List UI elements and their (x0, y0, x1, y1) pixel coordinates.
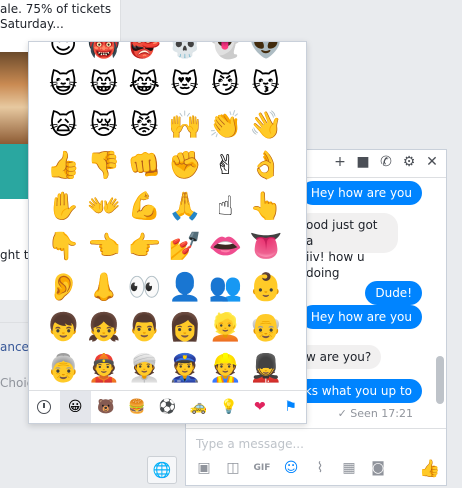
emoji-item[interactable]: 👮 (165, 348, 206, 389)
clock-icon (37, 400, 52, 414)
emoji-item[interactable]: 👍 (43, 146, 84, 187)
emoji-item[interactable]: 👶 (246, 267, 287, 308)
emoji-item[interactable]: ✌ (205, 146, 246, 187)
emoji-item[interactable]: 😈 (43, 42, 84, 65)
emoji-item[interactable]: 👥 (205, 267, 246, 308)
chat-scrollbar[interactable] (436, 180, 444, 408)
tab-symbols-icon[interactable]: ❤ (244, 391, 275, 423)
attachment-icon[interactable]: ⌇ (311, 459, 329, 477)
emoji-item[interactable]: 👋 (246, 105, 287, 146)
emoji-item[interactable]: 👏 (205, 105, 246, 146)
gif-icon[interactable]: GIF (253, 459, 271, 477)
camera-icon[interactable]: ◙ (369, 459, 387, 477)
close-icon[interactable]: ✕ (424, 154, 440, 170)
post-text-line1: ale. 75% of tickets (0, 2, 112, 16)
tab-travel-icon[interactable]: 🚕 (183, 391, 214, 423)
emoji-item[interactable]: 👨 (124, 308, 165, 349)
add-icon[interactable]: + (332, 154, 348, 170)
emoji-item[interactable]: 👹 (84, 42, 125, 65)
emoji-icon[interactable]: ☺ (282, 459, 300, 477)
post-photo[interactable] (0, 52, 28, 144)
emoji-item[interactable]: 😽 (246, 65, 287, 106)
emoji-item[interactable]: 🙀 (43, 105, 84, 146)
post-text: ale. 75% of tickets Saturday... (0, 2, 120, 32)
emoji-item[interactable]: 👩 (165, 308, 206, 349)
emoji-item[interactable]: 👱 (205, 308, 246, 349)
emoji-item[interactable]: 👌 (246, 146, 287, 187)
emoji-item[interactable]: 😸 (84, 65, 125, 106)
message-input[interactable]: Type a message... (196, 437, 304, 451)
emoji-item[interactable]: 👊 (124, 146, 165, 187)
emoji-item[interactable]: 👽 (246, 42, 287, 65)
message-bubble-in: ood just got a iiv! how u doing (296, 213, 398, 280)
tab-animals-icon[interactable]: 🐻 (91, 391, 122, 423)
tab-activity-icon[interactable]: ⚽ (152, 391, 183, 423)
emoji-item[interactable]: 👷 (205, 348, 246, 389)
emoji-item[interactable]: 👆 (246, 186, 287, 227)
emoji-item[interactable]: 👺 (124, 42, 165, 65)
emoji-item[interactable]: 👇 (43, 227, 84, 268)
emoji-category-tabs: 😀 🐻 🍔 ⚽ 🚕 💡 ❤ ⚑ (29, 390, 306, 423)
emoji-item[interactable]: 👳 (124, 348, 165, 389)
emoji-item[interactable]: 😼 (205, 65, 246, 106)
emoji-item[interactable]: 👉 (124, 227, 165, 268)
photo-icon[interactable]: ▣ (195, 459, 213, 477)
message-bubble-out: Hey how are you (300, 181, 422, 205)
emoji-item[interactable]: 🙌 (165, 105, 206, 146)
game-icon[interactable]: ▦ (340, 459, 358, 477)
emoji-item[interactable]: 👲 (84, 348, 125, 389)
emoji-item[interactable]: 👀 (124, 267, 165, 308)
emoji-item[interactable]: 👵 (43, 348, 84, 389)
message-bubble-out: Dude! (365, 281, 422, 305)
emoji-item[interactable]: 👦 (43, 308, 84, 349)
message-bubble-out: Hey how are you (300, 305, 422, 329)
tab-objects-icon[interactable]: 💡 (214, 391, 245, 423)
message-composer: Type a message... ▣ ◫ GIF ☺ ⌇ ▦ ◙ 👍 (186, 428, 446, 488)
emoji-item[interactable]: 👻 (205, 42, 246, 65)
emoji-item[interactable]: 👤 (165, 267, 206, 308)
emoji-item[interactable]: 💅 (165, 227, 206, 268)
message-bubble-in: w are you? (296, 345, 382, 369)
emoji-item[interactable]: ☝ (205, 186, 246, 227)
emoji-grid: 😈 👹 👺 💀 👻 👽 😺 😸 😹 😻 😼 😽 🙀 😿 😾 🙌 👏 👋 👍 👎 👊 ✊ ✌ 👌 ✋ 👐 💪 🙏 ☝ 👆 👇 👈 👉 💅 👄 👅 👂 👃 👀 👤… (43, 42, 291, 389)
globe-icon[interactable]: 🌐 (147, 456, 177, 484)
emoji-item[interactable]: 👄 (205, 227, 246, 268)
sticker-icon[interactable]: ◫ (224, 459, 242, 477)
emoji-item[interactable]: ✋ (43, 186, 84, 227)
emoji-item[interactable]: ✊ (165, 146, 206, 187)
emoji-item[interactable]: 👅 (246, 227, 287, 268)
emoji-item[interactable]: 👂 (43, 267, 84, 308)
tab-smileys-icon[interactable]: 😀 (59, 391, 91, 423)
tab-food-icon[interactable]: 🍔 (121, 391, 152, 423)
emoji-item[interactable]: 👎 (84, 146, 125, 187)
gear-icon[interactable]: ⚙ (401, 154, 417, 170)
message-text: ood just got a iiv! how u doing (306, 218, 378, 280)
emoji-item[interactable]: 👃 (84, 267, 125, 308)
emoji-item[interactable]: 💂 (246, 348, 287, 389)
emoji-item[interactable]: 👧 (84, 308, 125, 349)
post-text-line2: Saturday... (0, 17, 64, 31)
emoji-item[interactable]: 💀 (165, 42, 206, 65)
emoji-item[interactable]: 😺 (43, 65, 84, 106)
thumbs-up-icon[interactable]: 👍 (419, 459, 440, 479)
emoji-item[interactable]: 👐 (84, 186, 125, 227)
phone-icon[interactable]: ✆ (378, 154, 394, 170)
emoji-item[interactable]: 💪 (124, 186, 165, 227)
emoji-item[interactable]: 😾 (124, 105, 165, 146)
video-call-icon[interactable]: ■ (355, 154, 371, 170)
emoji-item[interactable]: 😹 (124, 65, 165, 106)
emoji-item[interactable]: 😻 (165, 65, 206, 106)
seen-status: ✓ Seen 17:21 (337, 407, 413, 420)
emoji-item[interactable]: 👴 (246, 308, 287, 349)
tab-flags-icon[interactable]: ⚑ (275, 391, 306, 423)
emoji-item[interactable]: 👈 (84, 227, 125, 268)
divider (0, 322, 30, 323)
tab-recent-icon[interactable] (29, 391, 60, 423)
emoji-item[interactable]: 😿 (84, 105, 125, 146)
emoji-picker: 😈 👹 👺 💀 👻 👽 😺 😸 😹 😻 😼 😽 🙀 😿 😾 🙌 👏 👋 👍 👎 👊 ✊ ✌ 👌 ✋ 👐 💪 🙏 ☝ 👆 👇 👈 👉 💅 👄 👅 👂 👃 👀 👤… (28, 41, 307, 424)
emoji-item[interactable]: 🙏 (165, 186, 206, 227)
scroll-thumb[interactable] (436, 356, 444, 404)
